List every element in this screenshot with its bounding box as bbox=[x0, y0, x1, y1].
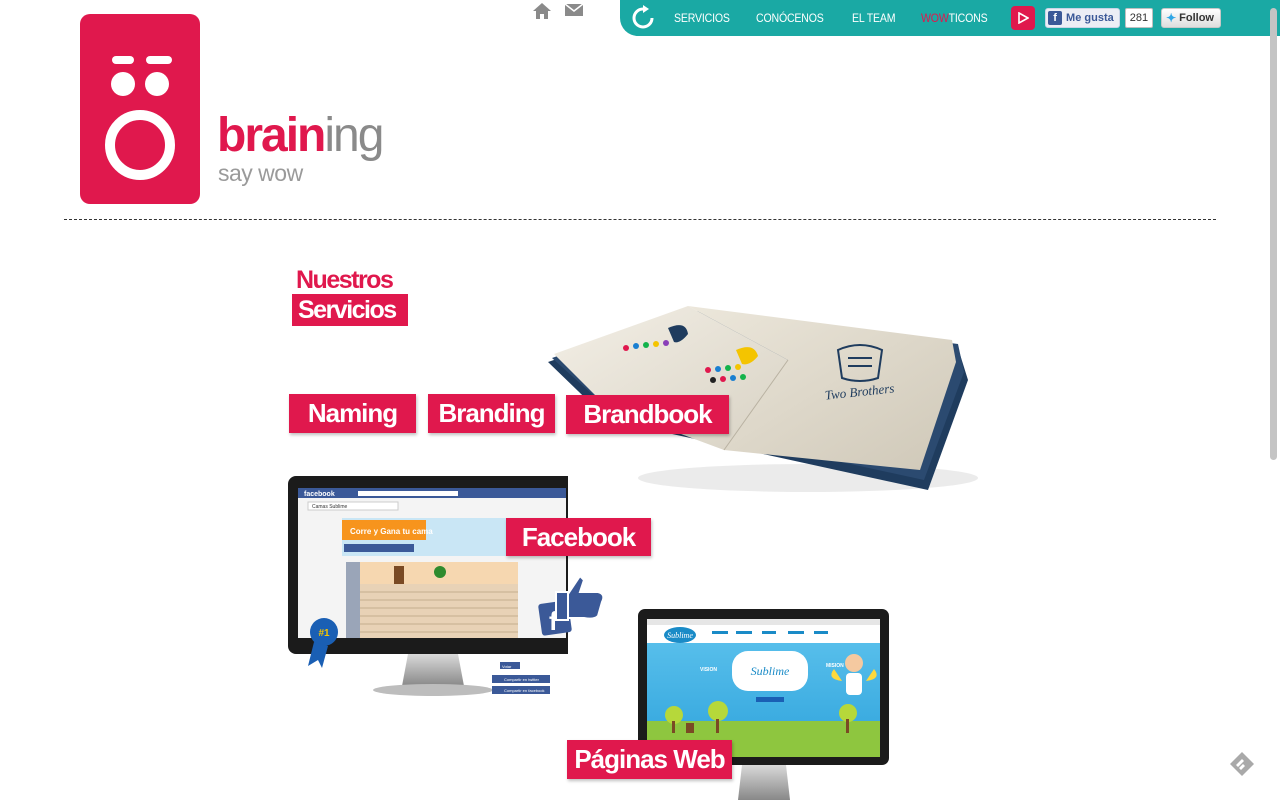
play-button[interactable] bbox=[1011, 6, 1036, 30]
refresh-icon[interactable] bbox=[630, 5, 656, 31]
logo-mark[interactable] bbox=[80, 14, 200, 204]
fb-like-count: 281 bbox=[1124, 8, 1154, 28]
fb-like-btn-label: Votar bbox=[502, 664, 512, 669]
web-screen-vision: VISION bbox=[700, 667, 717, 673]
web-screen-logo: Sublime bbox=[667, 631, 693, 640]
mail-icon[interactable] bbox=[564, 2, 584, 20]
badge-text: #1 bbox=[318, 628, 330, 639]
nav-item-conocenos[interactable]: CONÓCENOS bbox=[756, 11, 824, 25]
fb-like-button[interactable]: f Me gusta bbox=[1045, 8, 1120, 28]
services-title-line1: Nuestros bbox=[296, 266, 394, 294]
nav-item-servicios[interactable]: SERVICIOS bbox=[674, 11, 730, 25]
thumbs-up-icon bbox=[567, 574, 605, 620]
services-title-line2: Servicios bbox=[292, 294, 408, 326]
facebook-like-graphic: f bbox=[534, 572, 610, 647]
top-icons bbox=[532, 2, 584, 20]
logo-word-part2: ing bbox=[324, 109, 384, 162]
logo-word-part1: brain bbox=[217, 109, 326, 162]
feedly-corner-icon[interactable] bbox=[1228, 750, 1256, 783]
service-tag-naming[interactable]: Naming bbox=[289, 394, 416, 433]
service-tag-paginas-web[interactable]: Páginas Web bbox=[567, 740, 732, 779]
service-tag-branding[interactable]: Branding bbox=[428, 394, 555, 433]
fb-screen-brand: facebook bbox=[304, 491, 335, 498]
nav-item-wowticons[interactable]: WOWTICONS bbox=[920, 11, 988, 25]
twitter-follow-button[interactable]: ✦ Follow bbox=[1161, 8, 1221, 28]
twitter-follow-label: Follow bbox=[1179, 12, 1214, 24]
service-tag-facebook[interactable]: Facebook bbox=[506, 518, 651, 556]
logo-wordmark: braining bbox=[217, 109, 384, 162]
fb-like-label: Me gusta bbox=[1066, 12, 1114, 24]
nav-item-el-team[interactable]: EL TEAM bbox=[852, 11, 896, 25]
web-screen-brand: Sublime bbox=[751, 664, 790, 678]
wowticons-part1: WOW bbox=[920, 11, 949, 25]
fb-screen-promo: Corre y Gana tu cama bbox=[350, 527, 433, 536]
facebook-icon: f bbox=[1048, 11, 1063, 25]
wowticons-part2: TICONS bbox=[948, 11, 987, 25]
logo-tagline: say wow bbox=[218, 160, 303, 186]
play-icon bbox=[1018, 12, 1030, 24]
twitter-bird-icon: ✦ bbox=[1166, 11, 1177, 25]
share-twitter-label: Compartir en twitter bbox=[504, 677, 540, 682]
share-facebook-label: Compartir en facebook bbox=[504, 688, 544, 693]
service-tag-brandbook[interactable]: Brandbook bbox=[566, 395, 729, 434]
facebook-monitor-illustration: facebook Camas Sublime Corre y Gana tu c… bbox=[288, 476, 578, 711]
page-scrollbar[interactable] bbox=[1270, 8, 1277, 460]
logo-face-icon bbox=[105, 56, 175, 180]
top-navbar: SERVICIOS CONÓCENOS EL TEAM WOWTICONS f … bbox=[620, 0, 1280, 36]
fb-screen-page-name: Camas Sublime bbox=[312, 504, 348, 510]
web-screen-mision: MISION bbox=[826, 663, 844, 669]
home-icon[interactable] bbox=[532, 2, 552, 20]
section-divider bbox=[64, 219, 1216, 220]
